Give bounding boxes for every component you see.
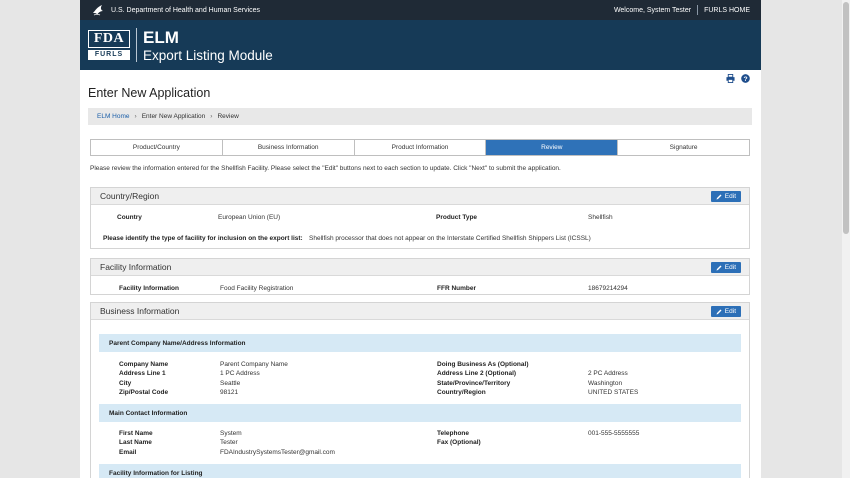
panel-title: Country/Region: [100, 191, 160, 201]
step-review[interactable]: Review: [486, 140, 619, 155]
print-icon[interactable]: [726, 74, 735, 83]
page-scrollbar[interactable]: [842, 0, 850, 478]
country-region-label: Country/Region: [437, 389, 486, 396]
page-title: Enter New Application: [88, 86, 211, 100]
breadcrumb: ELM Home › Enter New Application › Revie…: [88, 108, 752, 125]
breadcrumb-parent[interactable]: Enter New Application: [142, 113, 206, 120]
pencil-icon: [716, 309, 722, 314]
facility-type-value: Shellfish processor that does not appear…: [309, 235, 591, 242]
furls-home-link[interactable]: FURLS HOME: [704, 7, 750, 14]
address2-label: Address Line 2 (Optional): [437, 370, 517, 377]
logo-furls: FURLS: [88, 50, 130, 60]
facility-listing-subheader: Facility Information for Listing: [99, 464, 741, 478]
step-business-information[interactable]: Business Information: [222, 140, 355, 155]
app-subtitle: Export Listing Module: [143, 48, 273, 63]
breadcrumb-current: Review: [217, 113, 239, 120]
last-name-value: Tester: [220, 439, 238, 446]
first-name-label: First Name: [119, 430, 153, 437]
parent-company-subheader: Parent Company Name/Address Information: [99, 334, 741, 352]
pencil-icon: [716, 265, 722, 270]
scrollbar-thumb[interactable]: [843, 2, 849, 234]
step-product-country[interactable]: Product/Country: [91, 140, 223, 155]
pencil-icon: [716, 194, 722, 199]
main-contact-subheader: Main Contact Information: [99, 404, 741, 422]
city-label: City: [119, 380, 132, 387]
telephone-label: Telephone: [437, 430, 470, 437]
address1-label: Address Line 1: [119, 370, 166, 377]
country-label: Country: [117, 214, 142, 221]
panel-header: Facility Information Edit: [91, 259, 749, 276]
ffr-number-value: 18679214294: [588, 285, 628, 292]
first-name-value: System: [220, 430, 242, 437]
edit-country-region-button[interactable]: Edit: [710, 191, 741, 202]
step-product-information[interactable]: Product Information: [354, 140, 487, 155]
ffr-number-label: FFR Number: [437, 285, 476, 292]
panel-header: Business Information Edit: [91, 303, 749, 320]
facility-type-label: Please identify the type of facility for…: [103, 235, 303, 242]
business-information-panel: Business Information Edit Parent Company…: [90, 302, 750, 478]
fax-label: Fax (Optional): [437, 439, 481, 446]
country-region-panel: Country/Region Edit Country European Uni…: [90, 187, 750, 249]
logo-fda: FDA: [88, 30, 130, 48]
help-icon[interactable]: ?: [741, 74, 750, 83]
utility-icons: ?: [726, 74, 750, 83]
breadcrumb-home[interactable]: ELM Home: [97, 113, 130, 120]
welcome-text: Welcome, System Tester: [613, 6, 692, 14]
step-signature[interactable]: Signature: [618, 140, 749, 155]
edit-business-information-button[interactable]: Edit: [710, 306, 741, 317]
svg-text:?: ?: [743, 76, 747, 83]
chevron-right-icon: ›: [210, 113, 213, 120]
edit-facility-information-button[interactable]: Edit: [710, 262, 741, 273]
facility-info-value: Food Facility Registration: [220, 285, 294, 292]
panel-title: Business Information: [100, 306, 180, 316]
product-type-label: Product Type: [436, 214, 478, 221]
country-value: European Union (EU): [218, 214, 281, 221]
wizard-steps: Product/Country Business Information Pro…: [90, 139, 750, 156]
facility-information-panel: Facility Information Edit Facility Infor…: [90, 258, 750, 295]
company-name-label: Company Name: [119, 361, 169, 368]
panel-header: Country/Region Edit: [91, 188, 749, 205]
header-banner: FDA FURLS ELM Export Listing Module: [80, 20, 761, 70]
hhs-eagle-icon: [93, 5, 103, 16]
country-region-value: UNITED STATES: [588, 389, 639, 396]
company-name-value: Parent Company Name: [220, 361, 288, 368]
email-value: FDAIndustrySystemsTester@gmail.com: [220, 449, 335, 456]
city-value: Seattle: [220, 380, 241, 387]
chevron-right-icon: ›: [134, 113, 137, 120]
facility-info-label: Facility Information: [119, 285, 179, 292]
agency-name: U.S. Department of Health and Human Serv…: [111, 6, 261, 14]
panel-title: Facility Information: [100, 262, 172, 272]
zip-label: Zip/Postal Code: [119, 389, 169, 396]
last-name-label: Last Name: [119, 439, 152, 446]
address1-value: 1 PC Address: [220, 370, 260, 377]
telephone-value: 001-555-5555555: [588, 430, 640, 437]
zip-value: 98121: [220, 389, 239, 396]
state-value: Washington: [588, 380, 623, 387]
state-label: State/Province/Territory: [437, 380, 511, 387]
page: U.S. Department of Health and Human Serv…: [80, 0, 761, 478]
product-type-value: Shellfish: [588, 214, 613, 221]
email-label: Email: [119, 449, 137, 456]
fda-furls-logo[interactable]: FDA FURLS: [88, 30, 130, 60]
address2-value: 2 PC Address: [588, 370, 628, 377]
app-title: ELM: [143, 28, 179, 47]
top-bar: U.S. Department of Health and Human Serv…: [80, 0, 761, 20]
dba-label: Doing Business As (Optional): [437, 361, 529, 368]
instructions-text: Please review the information entered fo…: [90, 165, 561, 172]
